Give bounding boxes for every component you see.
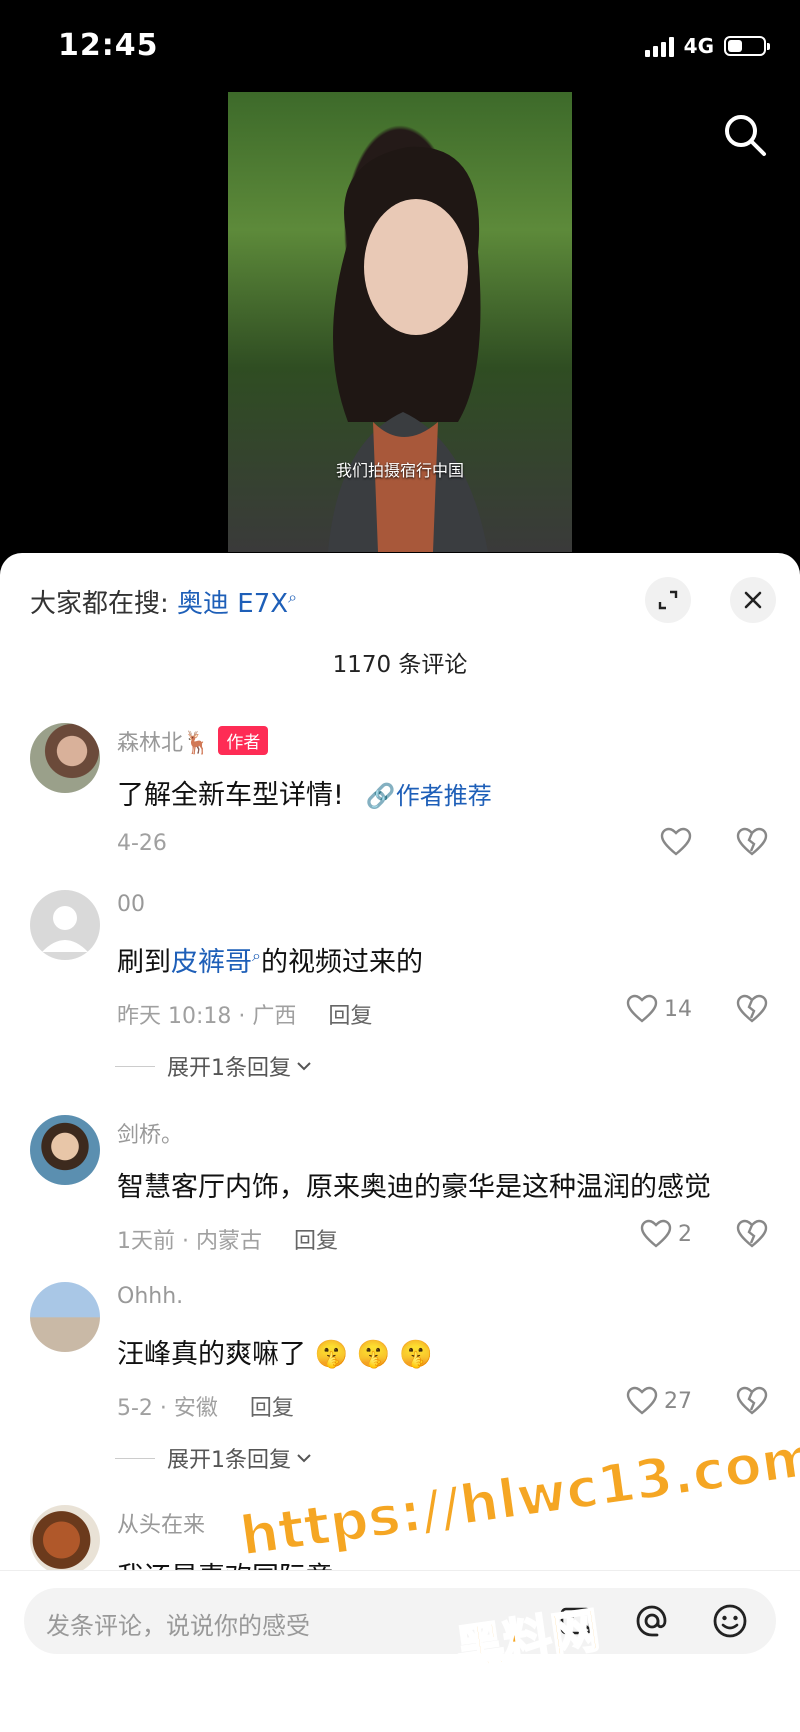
comment-meta: 1天前 · 内蒙古 [117,1229,262,1254]
comment-meta: 5-2 · 安徽 [117,1396,218,1421]
comments-sheet: 大家都在搜: 奥迪 E7X⌕ 1170 条评论 森林北🦌 作者 了解全新车型详情!… [0,553,800,1731]
like-count: 14 [664,996,692,1022]
comment-text: 刷到皮裤哥⌕的视频过来的 [117,940,423,979]
hot-search-keyword[interactable]: 奥迪 E7X [177,589,288,619]
avatar[interactable] [30,1505,100,1575]
close-button[interactable] [730,577,776,623]
like-button[interactable]: 2 [640,1219,692,1249]
like-count: 2 [678,1221,692,1247]
comment-author[interactable]: 从头在来 [117,1507,205,1539]
reply-button[interactable]: 回复 [328,1004,372,1029]
comment-body-pre: 刷到 [117,947,171,978]
comment-text: 了解全新车型详情! 🔗作者推荐 [117,773,492,812]
mention-icon[interactable] [630,1599,674,1643]
avatar[interactable] [30,890,100,960]
heart-icon [640,1219,672,1248]
comment-input[interactable]: 发条评论，说说你的感受 [24,1588,776,1654]
broken-heart-icon [736,827,768,856]
comment-meta: 昨天 10:18 · 广西 [117,1004,297,1029]
comment-meta: 4-26 [117,831,167,856]
status-bar: 12:45 4G [0,0,800,92]
search-icon[interactable] [720,110,770,160]
heart-icon [626,994,658,1023]
dislike-button[interactable] [736,1219,768,1253]
mini-search-icon: ⌕ [288,587,298,607]
recommend-label: 作者推荐 [395,782,492,810]
video-caption: 我们拍摄宿行中国 [335,461,464,480]
signal-icon [644,35,674,57]
comment-author[interactable]: Ohhh. [117,1284,183,1309]
video-player[interactable]: 我们拍摄宿行中国 [228,92,572,552]
reply-button[interactable]: 回复 [250,1396,294,1421]
dislike-button[interactable] [736,827,768,861]
expand-replies-label: 展开1条回复 [167,1056,291,1081]
broken-heart-icon [736,1219,768,1248]
dislike-button[interactable] [736,1386,768,1420]
keyword-link[interactable]: 皮裤哥⌕ [171,946,261,978]
avatar[interactable] [30,723,100,793]
mini-search-icon: ⌕ [252,946,261,965]
comment-count: 1170 条评论 [332,652,468,678]
expand-icon [658,590,678,610]
status-time: 12:45 [58,28,159,63]
hot-search-prefix: 大家都在搜: [30,589,169,619]
network-label: 4G [683,34,714,58]
video-frame-person [328,146,488,552]
battery-icon [724,36,770,56]
status-icons: 4G [644,34,770,58]
comment-input-placeholder: 发条评论，说说你的感受 [46,1612,310,1640]
author-badge: 作者 [218,726,269,755]
comment-input-bar: 发条评论，说说你的感受 [0,1570,800,1732]
author-recommend-link[interactable]: 🔗作者推荐 [366,782,492,810]
comment-author[interactable]: 森林北🦌 [117,731,210,756]
like-count: 27 [664,1388,692,1414]
like-button[interactable] [660,827,692,857]
like-button[interactable]: 14 [626,994,692,1024]
close-icon [744,591,762,609]
fullscreen-button[interactable] [645,577,691,623]
keyword-link-label: 皮裤哥 [171,947,252,978]
emoji-icon[interactable] [708,1599,752,1643]
avatar[interactable] [30,1282,100,1352]
expand-replies-button[interactable]: 展开1条回复 [117,1442,313,1474]
comment-body-post: 的视频过来的 [260,947,423,978]
broken-heart-icon [736,994,768,1023]
comment-author[interactable]: 剑桥。 [117,1117,183,1149]
expand-replies-button[interactable]: 展开1条回复 [117,1050,313,1082]
like-button[interactable]: 27 [626,1386,692,1416]
chevron-down-icon [297,1454,311,1463]
heart-icon [626,1386,658,1415]
comment-body: 了解全新车型详情! [117,780,344,811]
comment-text: 汪峰真的爽嘛了 🤫 🤫 🤫 [117,1339,433,1370]
reply-button[interactable]: 回复 [294,1229,338,1254]
comment-text: 智慧客厅内饰，原来奥迪的豪华是这种温润的感觉 [117,1172,711,1203]
broken-heart-icon [736,1386,768,1415]
hot-search[interactable]: 大家都在搜: 奥迪 E7X⌕ [30,583,297,620]
comment-author[interactable]: 00 [117,892,145,917]
chevron-down-icon [297,1062,311,1071]
dislike-button[interactable] [736,994,768,1028]
heart-icon [660,827,692,856]
avatar[interactable] [30,1115,100,1185]
expand-replies-label: 展开1条回复 [167,1448,291,1473]
